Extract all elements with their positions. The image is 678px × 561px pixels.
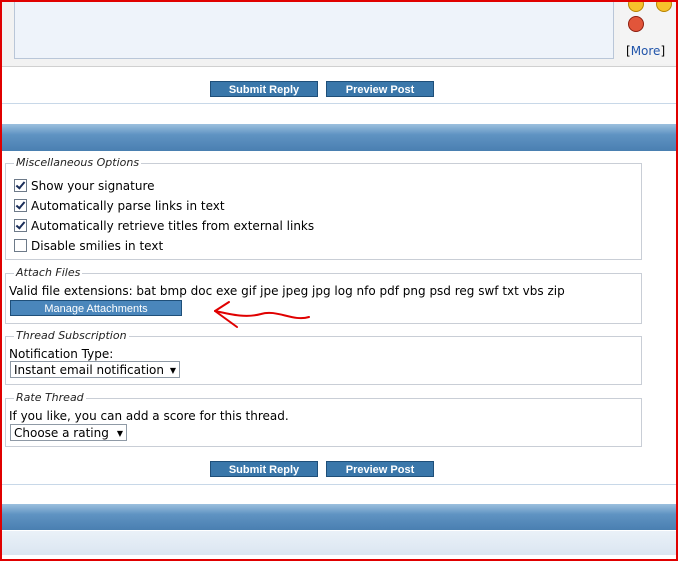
checkbox-icon[interactable] bbox=[14, 199, 27, 212]
smiley-icon[interactable] bbox=[656, 0, 672, 12]
option-parse-links[interactable]: Automatically parse links in text bbox=[14, 198, 225, 214]
dropdown-arrow-icon: ▼ bbox=[169, 366, 176, 375]
section-header-bar bbox=[2, 504, 676, 530]
notification-type-select[interactable]: Instant email notification ▼ bbox=[10, 361, 180, 378]
manage-attachments-button[interactable]: Manage Attachments bbox=[10, 300, 182, 316]
editor-region: [More] bbox=[2, 0, 676, 67]
rating-select[interactable]: Choose a rating ▼ bbox=[10, 424, 127, 441]
message-textarea[interactable] bbox=[14, 2, 614, 59]
devil-smiley-icon[interactable] bbox=[628, 16, 644, 32]
rate-thread-group: Rate Thread If you like, you can add a s… bbox=[5, 391, 642, 447]
dropdown-arrow-icon: ▼ bbox=[116, 429, 123, 438]
annotation-arrow-icon bbox=[214, 301, 310, 328]
valid-extensions-text: Valid file extensions: bat bmp doc exe g… bbox=[9, 284, 565, 298]
divider bbox=[2, 103, 676, 104]
smiley-icon[interactable] bbox=[628, 0, 644, 12]
rating-prompt: If you like, you can add a score for thi… bbox=[9, 409, 289, 423]
group-legend: Miscellaneous Options bbox=[14, 156, 142, 169]
preview-post-button[interactable]: Preview Post bbox=[326, 81, 434, 97]
attach-files-group: Attach Files Valid file extensions: bat … bbox=[5, 266, 642, 324]
option-disable-smilies[interactable]: Disable smilies in text bbox=[14, 238, 163, 254]
footer-strip bbox=[2, 531, 676, 555]
group-legend: Rate Thread bbox=[14, 391, 86, 404]
option-show-signature[interactable]: Show your signature bbox=[14, 178, 155, 194]
notification-type-label: Notification Type: bbox=[9, 347, 114, 361]
section-header-bar bbox=[2, 124, 676, 151]
group-legend: Thread Subscription bbox=[14, 329, 129, 342]
submit-reply-button[interactable]: Submit Reply bbox=[210, 81, 318, 97]
more-smilies-link[interactable]: [More] bbox=[626, 44, 665, 58]
miscellaneous-options-group: Miscellaneous Options Show your signatur… bbox=[5, 156, 642, 260]
checkbox-icon[interactable] bbox=[14, 179, 27, 192]
checkbox-icon[interactable] bbox=[14, 219, 27, 232]
thread-subscription-group: Thread Subscription Notification Type: I… bbox=[5, 329, 642, 385]
checkbox-icon[interactable] bbox=[14, 239, 27, 252]
divider bbox=[2, 484, 676, 485]
submit-reply-button[interactable]: Submit Reply bbox=[210, 461, 318, 477]
preview-post-button[interactable]: Preview Post bbox=[326, 461, 434, 477]
option-retrieve-titles[interactable]: Automatically retrieve titles from exter… bbox=[14, 218, 314, 234]
group-legend: Attach Files bbox=[14, 266, 83, 279]
